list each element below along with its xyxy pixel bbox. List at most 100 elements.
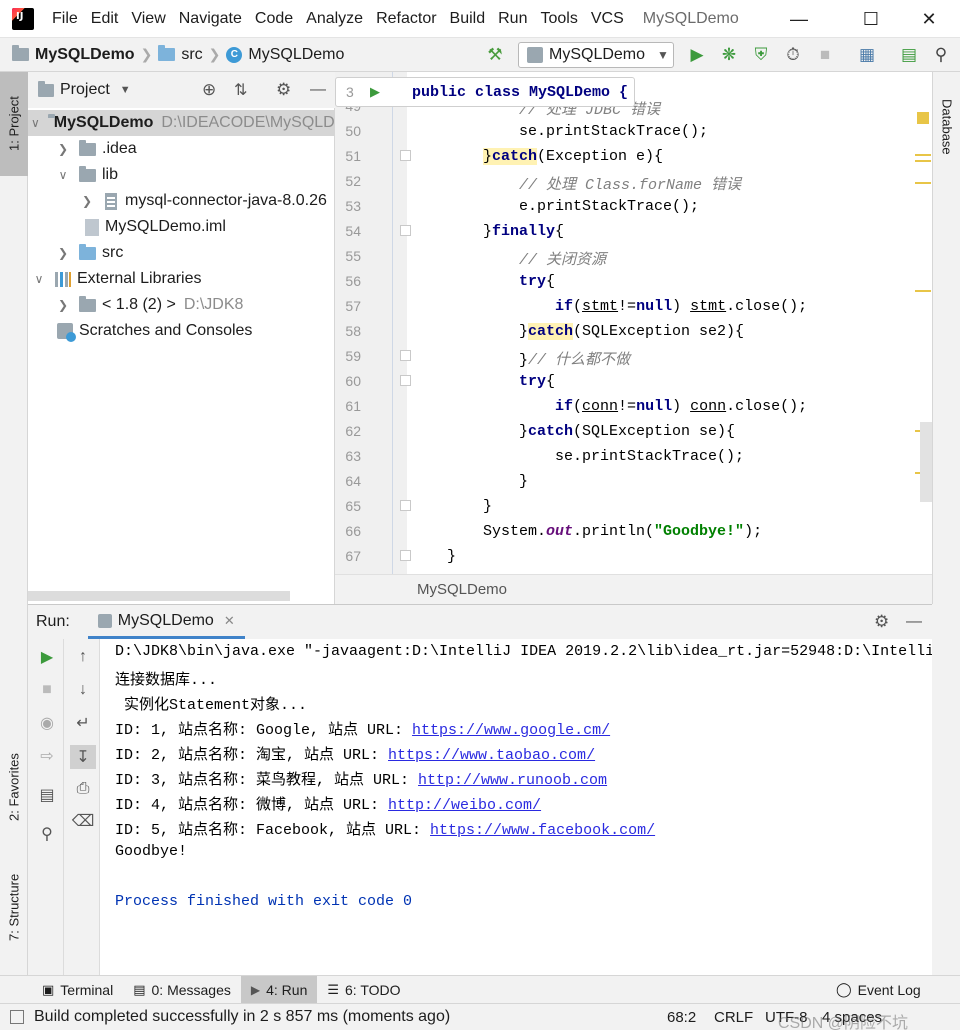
soft-wrap-icon[interactable]: ↵ <box>73 713 93 733</box>
console-link[interactable]: http://weibo.com/ <box>388 797 541 814</box>
console-link[interactable]: https://www.facebook.com/ <box>430 822 655 839</box>
stop-icon[interactable]: ■ <box>814 44 836 66</box>
chevron-down-icon[interactable]: ▼ <box>120 84 131 96</box>
tab-run[interactable]: ▶ 4: Run <box>240 975 318 1004</box>
project-panel: Project ▼ ⊕ ⇅ ⚙ — ∨ MySQLDemo D:\IDEACOD… <box>28 72 335 604</box>
hide-panel-icon[interactable]: — <box>906 613 922 631</box>
stop-icon[interactable]: ■ <box>37 680 57 700</box>
chevron-down-icon[interactable]: ∨ <box>31 272 47 286</box>
horizontal-scrollbar[interactable] <box>28 591 290 601</box>
caret-position[interactable]: 68:2 <box>667 1009 696 1026</box>
breadcrumb-class[interactable]: C MySQLDemo <box>226 46 344 64</box>
sticky-header[interactable]: 3 ▶ public class MySQLDemo { <box>335 77 635 107</box>
print-icon[interactable]: ⎙ <box>73 779 93 799</box>
arrow-down-icon[interactable]: ↓ <box>73 680 93 700</box>
chevron-down-icon[interactable]: ∨ <box>31 116 40 130</box>
code-line: if(conn!=null) conn.close(); <box>555 398 808 415</box>
chevron-right-icon[interactable]: ❯ <box>55 246 71 260</box>
error-stripe-marker[interactable] <box>915 182 931 184</box>
tab-messages[interactable]: ▤ 0: Messages <box>123 976 241 1004</box>
chevron-right-icon[interactable]: ❯ <box>79 194 95 208</box>
gear-icon[interactable]: ⚙ <box>276 80 291 100</box>
menu-code[interactable]: Code <box>255 10 293 28</box>
tab-todo[interactable]: ☰ 6: TODO <box>317 976 410 1004</box>
console-link[interactable]: https://www.google.cm/ <box>412 722 610 739</box>
code-editor[interactable]: 49 50 51 52 53 54 55 56 57 58 59 60 61 6… <box>335 72 932 604</box>
editor-breadcrumb-label[interactable]: MySQLDemo <box>417 581 507 598</box>
tree-item-project-root[interactable]: ∨ MySQLDemo D:\IDEACODE\MySQLDemo <box>28 110 335 136</box>
menu-view[interactable]: View <box>131 10 165 28</box>
messages-icon: ▤ <box>133 981 146 997</box>
code-area[interactable]: // 处理 JDBC 错误 se.printStackTrace(); }cat… <box>407 72 932 574</box>
menu-navigate[interactable]: Navigate <box>179 10 242 28</box>
run-anything-icon[interactable]: ▤ <box>898 44 920 66</box>
close-icon[interactable]: ✕ <box>224 613 235 629</box>
menu-edit[interactable]: Edit <box>91 10 119 28</box>
tree-item-iml[interactable]: MySQLDemo.iml <box>28 214 335 240</box>
breadcrumb-src[interactable]: src <box>158 45 203 64</box>
tab-database[interactable]: Database <box>933 82 960 172</box>
warning-marker[interactable] <box>917 112 929 124</box>
collapse-all-icon[interactable]: ⇅ <box>234 80 247 100</box>
error-stripe-marker[interactable] <box>915 160 931 162</box>
tab-terminal[interactable]: ▣ Terminal <box>32 976 123 1004</box>
run-with-coverage-icon[interactable]: ⛨ <box>750 44 772 66</box>
menu-vcs[interactable]: VCS <box>591 10 624 28</box>
pin-icon[interactable]: ⚲ <box>37 824 57 844</box>
tree-item-idea[interactable]: ❯ .idea <box>28 136 335 162</box>
maximize-icon[interactable]: ☐ <box>847 0 895 38</box>
vertical-scrollbar[interactable] <box>920 422 932 502</box>
scroll-to-end-icon[interactable]: ↧ <box>70 745 96 769</box>
error-stripe-marker[interactable] <box>915 154 931 156</box>
gear-icon[interactable]: ⚙ <box>874 612 889 632</box>
rerun-icon[interactable]: ▶ <box>37 647 57 667</box>
console-line: Goodbye! <box>115 843 188 860</box>
project-structure-icon[interactable]: ▦ <box>856 44 878 66</box>
console-output[interactable]: D:\JDK8\bin\java.exe "-javaagent:D:\Inte… <box>100 639 932 976</box>
minimize-icon[interactable]: — <box>775 0 823 38</box>
camera-icon[interactable]: ◉ <box>37 713 57 733</box>
toggle-tool-windows-icon[interactable] <box>10 1010 24 1024</box>
menu-tools[interactable]: Tools <box>540 10 577 28</box>
tree-item-scratches[interactable]: Scratches and Consoles <box>28 318 335 344</box>
chevron-down-icon[interactable]: ∨ <box>55 168 71 182</box>
tree-item-jdk[interactable]: ❯ < 1.8 (2) > D:\JDK8 <box>28 292 335 318</box>
layout-icon[interactable]: ▤ <box>37 785 57 805</box>
profile-icon[interactable]: ⏱ <box>782 44 804 66</box>
tab-favorites[interactable]: 2: Favorites <box>0 732 28 842</box>
exit-icon[interactable]: ⇨ <box>37 746 57 766</box>
search-icon[interactable]: ⚲ <box>930 44 952 66</box>
tab-run-mysqldemo[interactable]: MySQLDemo ✕ <box>87 605 245 639</box>
chevron-right-icon[interactable]: ❯ <box>55 298 71 312</box>
tab-event-log[interactable]: ◯ Event Log <box>826 976 931 1004</box>
menu-refactor[interactable]: Refactor <box>376 10 436 28</box>
line-separator[interactable]: CRLF <box>714 1009 753 1026</box>
debug-bug-icon[interactable]: ❋ <box>718 44 740 66</box>
project-panel-title[interactable]: Project <box>60 81 110 99</box>
hide-panel-icon[interactable]: — <box>310 81 326 99</box>
locate-target-icon[interactable]: ⊕ <box>202 80 216 100</box>
menu-run[interactable]: Run <box>498 10 527 28</box>
menu-file[interactable]: File <box>52 10 78 28</box>
console-link[interactable]: http://www.runoob.com <box>418 772 607 789</box>
code-token: ); <box>744 523 763 540</box>
run-icon[interactable]: ▶ <box>686 44 708 66</box>
arrow-up-icon[interactable]: ↑ <box>73 647 93 667</box>
error-stripe-marker[interactable] <box>915 290 931 292</box>
menu-build[interactable]: Build <box>450 10 486 28</box>
chevron-right-icon[interactable]: ❯ <box>55 142 71 156</box>
breadcrumb-project[interactable]: MySQLDemo <box>12 45 135 64</box>
tree-item-external-libraries[interactable]: ∨ External Libraries <box>28 266 335 292</box>
run-gutter-icon[interactable]: ▶ <box>370 84 380 100</box>
tree-item-lib[interactable]: ∨ lib <box>28 162 335 188</box>
console-link[interactable]: https://www.taobao.com/ <box>388 747 595 764</box>
tab-project[interactable]: 1: Project <box>0 72 28 176</box>
trash-icon[interactable]: ⌫ <box>72 811 95 831</box>
close-icon[interactable]: ✕ <box>905 0 953 38</box>
tree-item-src[interactable]: ❯ src <box>28 240 335 266</box>
build-hammer-icon[interactable]: ⚒ <box>484 44 506 66</box>
tab-structure[interactable]: 7: Structure <box>0 852 28 962</box>
menu-analyze[interactable]: Analyze <box>306 10 363 28</box>
run-configuration-select[interactable]: MySQLDemo ▼ <box>518 42 674 68</box>
tree-item-mysql-connector[interactable]: ❯ mysql-connector-java-8.0.26 <box>28 188 335 214</box>
